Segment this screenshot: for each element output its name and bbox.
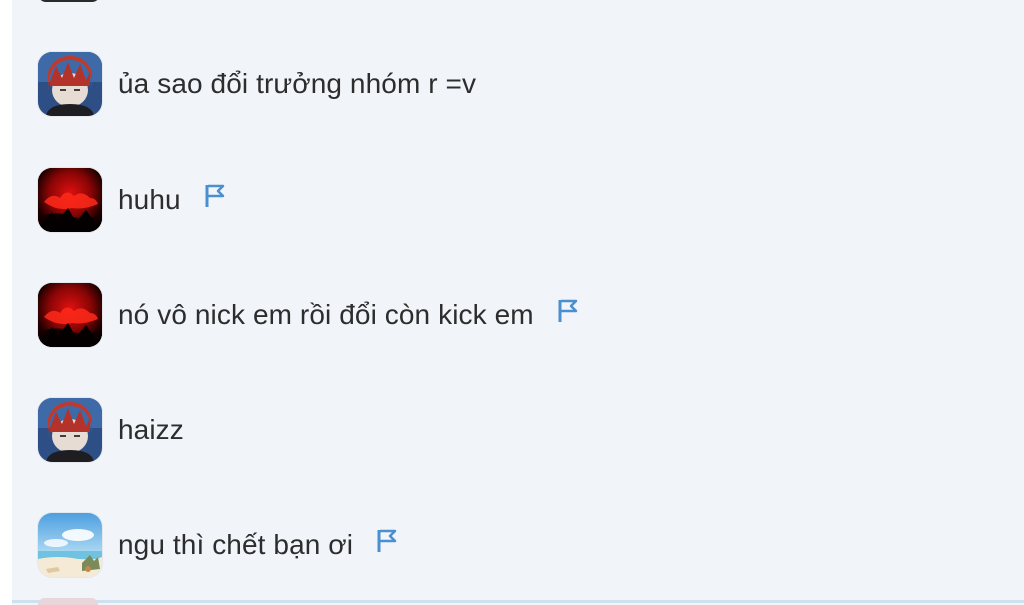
flag-icon[interactable] [556,298,580,324]
red-cloud-avatar-image [38,168,102,232]
red-cloud-avatar-image [38,283,102,347]
message-text: haizz [118,414,184,445]
input-area-border [12,600,1024,603]
flag-icon[interactable] [375,528,399,554]
left-panel-edge [0,0,12,605]
chat-message: ngu thì chết bạn ơi [38,513,399,577]
chat-message: nó vô nick em rồi đổi còn kick em [38,283,580,347]
message-text: nó vô nick em rồi đổi còn kick em [118,299,534,330]
message-text: ủa sao đổi trưởng nhóm r =v [118,68,477,99]
next-avatar-partial [38,598,98,605]
chat-message: huhu [38,168,227,232]
user-avatar[interactable] [38,283,102,347]
beach-scene-avatar-image [38,513,102,577]
chat-message: ủa sao đổi trưởng nhóm r =v [38,52,476,116]
chat-message: haizz [38,398,184,462]
previous-avatar-partial [38,0,100,2]
user-avatar[interactable] [38,52,102,116]
anime-boy-red-hair-avatar-image [38,398,102,462]
flag-icon[interactable] [203,183,227,209]
anime-boy-red-hair-avatar-image [38,52,102,116]
chat-message-list[interactable]: ủa sao đổi trưởng nhóm r =v huhu nó vô n… [12,0,1024,605]
user-avatar[interactable] [38,168,102,232]
message-text: ngu thì chết bạn ơi [118,529,354,560]
user-avatar[interactable] [38,513,102,577]
message-text: huhu [118,184,181,215]
user-avatar[interactable] [38,398,102,462]
